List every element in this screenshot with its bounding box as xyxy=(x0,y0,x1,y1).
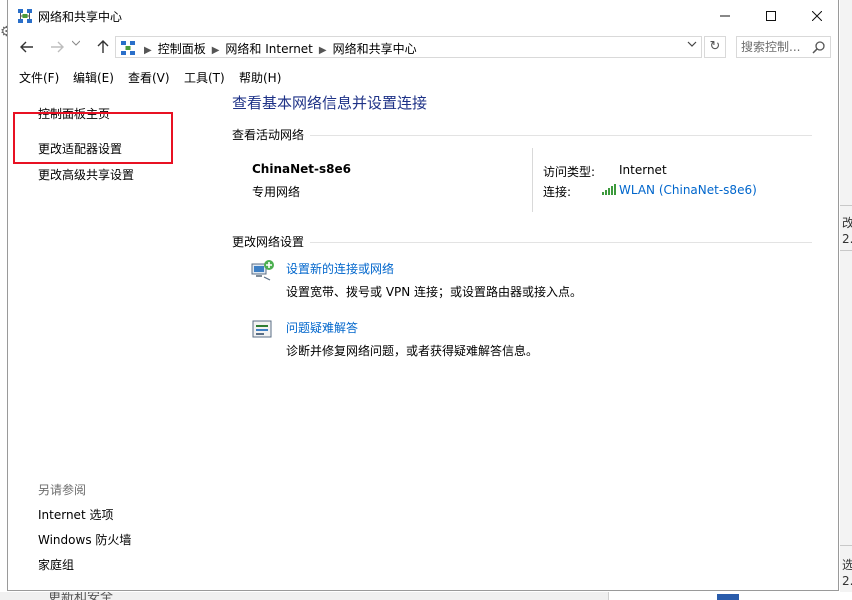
section-divider xyxy=(310,242,812,243)
access-type-label: 访问类型: xyxy=(543,165,596,179)
highlight-box xyxy=(13,112,173,164)
menu-tools[interactable]: 工具(T) xyxy=(184,69,225,86)
background-window-strip: 改 2. 选 2. xyxy=(840,0,852,600)
see-also-title: 另请参阅 xyxy=(38,483,87,497)
background-char: 2. xyxy=(842,574,852,588)
menu-file[interactable]: 文件(F) xyxy=(19,69,59,86)
page-title: 查看基本网络信息并设置连接 xyxy=(232,94,428,112)
network-type: 专用网络 xyxy=(252,185,301,199)
internet-options-link[interactable]: Internet 选项 xyxy=(38,506,113,523)
up-arrow-icon xyxy=(97,40,109,53)
close-button[interactable] xyxy=(794,0,838,32)
breadcrumb-network-internet[interactable]: 网络和 Internet xyxy=(225,42,312,56)
background-settings-text: 更新和安全 xyxy=(48,592,114,600)
network-center-icon xyxy=(17,8,33,24)
window-title: 网络和共享中心 xyxy=(38,10,123,24)
network-sharing-center-window: 网络和共享中心 ▶ 控制面板 ▶ 网络和 Internet ▶ 网络和共享中心 … xyxy=(7,0,839,591)
troubleshoot-problems-link[interactable]: 问题疑难解答 xyxy=(286,319,358,336)
menu-view[interactable]: 查看(V) xyxy=(128,69,170,86)
refresh-icon: ↻ xyxy=(709,39,721,54)
address-bar[interactable]: ▶ 控制面板 ▶ 网络和 Internet ▶ 网络和共享中心 xyxy=(115,36,702,58)
search-box[interactable] xyxy=(736,36,831,58)
menu-edit[interactable]: 编辑(E) xyxy=(73,69,114,86)
menu-help[interactable]: 帮助(H) xyxy=(239,69,281,86)
change-advanced-sharing-link[interactable]: 更改高级共享设置 xyxy=(38,166,134,183)
left-navigation-pane: 控制面板主页 更改适配器设置 更改高级共享设置 另请参阅 Internet 选项… xyxy=(8,88,218,590)
search-input[interactable] xyxy=(741,39,809,55)
homegroup-link[interactable]: 家庭组 xyxy=(38,556,74,573)
breadcrumb-separator-icon: ▶ xyxy=(144,45,152,56)
background-bottom: 更新和安全 xyxy=(0,592,852,600)
vertical-divider xyxy=(532,148,533,212)
breadcrumb-separator-icon[interactable]: ▶ xyxy=(212,45,220,56)
setup-new-connection-link[interactable]: 设置新的连接或网络 xyxy=(286,260,394,277)
maximize-icon xyxy=(766,11,776,21)
address-dropdown-button[interactable] xyxy=(685,40,699,54)
up-button[interactable] xyxy=(92,36,114,58)
title-bar[interactable]: 网络和共享中心 xyxy=(8,0,838,32)
forward-button[interactable] xyxy=(46,36,68,58)
minimize-icon xyxy=(720,15,730,17)
background-char: 改 xyxy=(842,216,852,230)
breadcrumb: ▶ 控制面板 ▶ 网络和 Internet ▶ 网络和共享中心 xyxy=(138,40,417,57)
maximize-button[interactable] xyxy=(748,0,794,32)
access-type-value: Internet xyxy=(619,163,667,177)
background-char: 选 xyxy=(842,558,852,572)
breadcrumb-network-sharing-center[interactable]: 网络和共享中心 xyxy=(333,42,417,56)
back-button[interactable] xyxy=(16,36,38,58)
new-connection-icon xyxy=(250,258,276,282)
wlan-connection-label[interactable]: WLAN (ChinaNet-s8e6) xyxy=(619,183,757,197)
troubleshoot-icon xyxy=(250,317,276,341)
chevron-down-icon xyxy=(71,40,81,46)
main-content: 查看基本网络信息并设置连接 查看活动网络 ChinaNet-s8e6 专用网络 … xyxy=(232,88,832,590)
setup-new-connection-description: 设置宽带、拨号或 VPN 连接；或设置路由器或接入点。 xyxy=(286,285,583,299)
navigation-bar: ▶ 控制面板 ▶ 网络和 Internet ▶ 网络和共享中心 ↻ xyxy=(8,32,838,62)
minimize-button[interactable] xyxy=(702,0,748,32)
close-icon xyxy=(812,11,822,21)
refresh-button[interactable]: ↻ xyxy=(704,36,726,58)
change-settings-title: 更改网络设置 xyxy=(232,235,305,249)
recent-locations-button[interactable] xyxy=(71,38,81,49)
wifi-signal-icon xyxy=(602,184,616,195)
breadcrumb-separator-icon[interactable]: ▶ xyxy=(319,45,327,56)
breadcrumb-control-panel[interactable]: 控制面板 xyxy=(158,42,206,56)
background-char: 2. xyxy=(842,232,852,246)
troubleshoot-problems-description: 诊断并修复网络问题，或者获得疑难解答信息。 xyxy=(286,344,539,358)
wlan-connection-link[interactable]: WLAN (ChinaNet-s8e6) xyxy=(602,183,757,197)
search-icon[interactable] xyxy=(812,40,826,54)
connection-label: 连接: xyxy=(543,185,572,199)
back-arrow-icon xyxy=(20,41,33,53)
windows-firewall-link[interactable]: Windows 防火墙 xyxy=(38,531,131,548)
forward-arrow-icon xyxy=(51,41,64,53)
active-networks-title: 查看活动网络 xyxy=(232,128,305,142)
section-divider xyxy=(310,135,812,136)
menu-bar: 文件(F) 编辑(E) 查看(V) 工具(T) 帮助(H) xyxy=(8,66,838,88)
network-center-icon xyxy=(120,40,136,56)
chevron-down-icon xyxy=(687,41,697,47)
network-name: ChinaNet-s8e6 xyxy=(252,162,351,176)
